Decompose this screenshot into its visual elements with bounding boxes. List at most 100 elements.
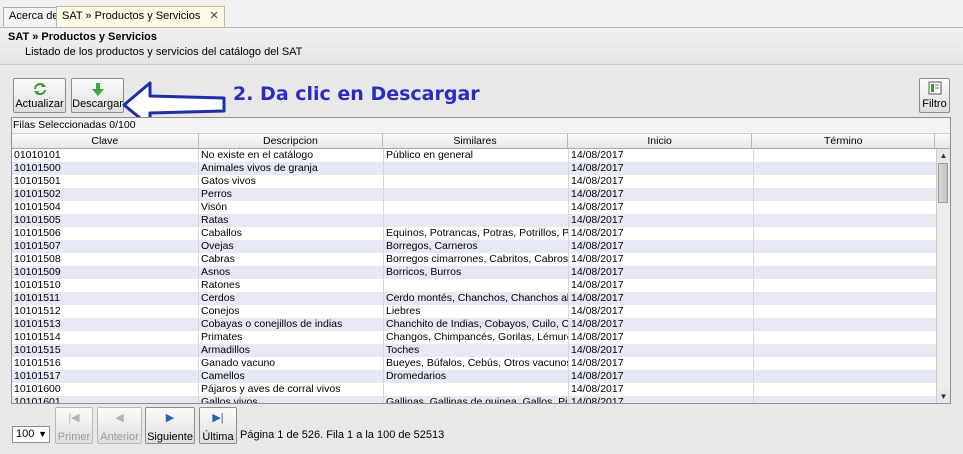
- cell-descripcion: Visón: [199, 201, 384, 214]
- cell-inicio: 14/08/2017: [569, 305, 754, 318]
- cell-descripcion: Primates: [199, 331, 384, 344]
- cell-similares: Toches: [384, 344, 569, 357]
- cell-termino: [754, 396, 937, 403]
- cell-inicio: 14/08/2017: [569, 318, 754, 331]
- cell-inicio: 14/08/2017: [569, 396, 754, 403]
- cell-inicio: 14/08/2017: [569, 292, 754, 305]
- download-button[interactable]: Descargar: [71, 78, 124, 113]
- cell-descripcion: Camellos: [199, 370, 384, 383]
- grid-column-header: Clave Descripcion Similares Inicio Térmi…: [12, 134, 950, 149]
- table-row[interactable]: 10101517 Camellos Dromedarios 14/08/2017: [12, 370, 937, 383]
- grid-rows: 01010101 No existe en el catálogo Público …: [12, 149, 937, 403]
- column-clave[interactable]: Clave: [12, 134, 199, 148]
- cell-clave: 10101504: [12, 201, 199, 214]
- table-row[interactable]: 10101506 Caballos Equinos, Potrancas, Potr…: [12, 227, 937, 240]
- table-row[interactable]: 10101502 Perros 14/08/2017: [12, 188, 937, 201]
- download-label: Descargar: [72, 98, 123, 110]
- cell-inicio: 14/08/2017: [569, 279, 754, 292]
- table-row[interactable]: 10101508 Cabras Borregos cimarrones, Cabri…: [12, 253, 937, 266]
- cell-descripcion: No existe en el catálogo: [199, 149, 384, 162]
- cell-descripcion: Gatos vivos: [199, 175, 384, 188]
- close-icon[interactable]: ✕: [209, 10, 218, 22]
- cell-similares: Changos, Chimpancés, Gorilas, Lémures...: [386, 331, 569, 344]
- cell-similares: [384, 201, 569, 214]
- page-subtitle: Listado de los productos y servicios del…: [25, 46, 303, 58]
- cell-similares: Dromedarios: [384, 370, 569, 383]
- cell-similares: [384, 383, 569, 396]
- page-size-value: 100: [16, 428, 35, 440]
- last-page-label: Última: [202, 431, 234, 443]
- cell-descripcion: Gallos vivos: [199, 396, 384, 403]
- cell-termino: [754, 188, 937, 201]
- first-page-icon: |◀: [68, 412, 80, 424]
- cell-descripcion: Cabras: [199, 253, 384, 266]
- first-page-label: Primer: [57, 431, 91, 443]
- scroll-thumb[interactable]: [938, 163, 948, 203]
- cell-inicio: 14/08/2017: [569, 370, 754, 383]
- column-descripcion[interactable]: Descripcion: [199, 134, 384, 148]
- cell-clave: 10101505: [12, 214, 199, 227]
- table-row[interactable]: 10101505 Ratas 14/08/2017: [12, 214, 937, 227]
- table-row[interactable]: 10101601 Gallos vivos Gallinas, Gallinas d…: [12, 396, 937, 403]
- table-row[interactable]: 10101507 Ovejas Borregos, Carneros 14/08/20…: [12, 240, 937, 253]
- cell-descripcion: Cobayas o conejillos de indias: [199, 318, 384, 331]
- cell-descripcion: Conejos: [199, 305, 384, 318]
- column-termino[interactable]: Término: [752, 134, 936, 148]
- vertical-scrollbar[interactable]: ▲ ▼: [936, 149, 950, 403]
- cell-descripcion: Asnos: [199, 266, 384, 279]
- table-row[interactable]: 10101509 Asnos Borricos, Burros 14/08/2017: [12, 266, 937, 279]
- tab-productos-servicios[interactable]: SAT » Productos y Servicios ✕: [56, 6, 225, 27]
- cell-similares: Bueyes, Búfalos, Cebús, Otros vacunos o.…: [386, 357, 569, 370]
- cell-similares: Cerdo montés, Chanchos, Chanchos al...: [386, 292, 569, 305]
- cell-descripcion: Ganado vacuno: [199, 357, 384, 370]
- table-row[interactable]: 10101500 Animales vivos de granja 14/08/20…: [12, 162, 937, 175]
- cell-termino: [754, 318, 937, 331]
- cell-similares: Público en general: [384, 149, 569, 162]
- cell-similares: [384, 188, 569, 201]
- cell-termino: [754, 175, 937, 188]
- table-row[interactable]: 10101516 Ganado vacuno Bueyes, Búfalos, Ce…: [12, 357, 937, 370]
- column-inicio[interactable]: Inicio: [568, 134, 753, 148]
- cell-clave: 01010101: [12, 149, 199, 162]
- cell-termino: [754, 292, 937, 305]
- cell-termino: [754, 357, 937, 370]
- table-row[interactable]: 01010101 No existe en el catálogo Público …: [12, 149, 937, 162]
- previous-page-button[interactable]: ◀ Anterior: [97, 407, 142, 444]
- column-similares[interactable]: Similares: [383, 134, 568, 148]
- cell-clave: 10101500: [12, 162, 199, 175]
- table-row[interactable]: 10101515 Armadillos Toches 14/08/2017: [12, 344, 937, 357]
- cell-clave: 10101507: [12, 240, 199, 253]
- scroll-up-icon[interactable]: ▲: [937, 149, 950, 162]
- cell-termino: [754, 266, 937, 279]
- cell-clave: 10101513: [12, 318, 199, 331]
- cell-descripcion: Pájaros y aves de corral vivos: [199, 383, 384, 396]
- cell-similares: [384, 175, 569, 188]
- table-row[interactable]: 10101514 Primates Changos, Chimpancés, Gor…: [12, 331, 937, 344]
- last-page-button[interactable]: ▶| Última: [199, 407, 237, 444]
- first-page-button[interactable]: |◀ Primer: [55, 407, 93, 444]
- previous-page-label: Anterior: [100, 431, 139, 443]
- table-row[interactable]: 10101513 Cobayas o conejillos de indias Ch…: [12, 318, 937, 331]
- next-page-button[interactable]: ▶ Siguiente: [145, 407, 195, 444]
- cell-similares: [384, 162, 569, 175]
- table-row[interactable]: 10101501 Gatos vivos 14/08/2017: [12, 175, 937, 188]
- table-row[interactable]: 10101511 Cerdos Cerdo montés, Chanchos, Ch…: [12, 292, 937, 305]
- refresh-label: Actualizar: [15, 98, 64, 110]
- page-size-select[interactable]: 100 ▼: [12, 426, 50, 443]
- cell-similares: Gallinas, Gallinas de guinea, Gallos, Pi…: [384, 396, 569, 403]
- filter-label: Filtro: [922, 98, 947, 110]
- cell-descripcion: Perros: [199, 188, 384, 201]
- scroll-down-icon[interactable]: ▼: [937, 390, 950, 403]
- cell-inicio: 14/08/2017: [569, 201, 754, 214]
- table-row[interactable]: 10101600 Pájaros y aves de corral vivos 14…: [12, 383, 937, 396]
- last-page-icon: ▶|: [212, 412, 224, 424]
- filter-button[interactable]: Filtro: [919, 78, 950, 113]
- column-spacer: [935, 134, 950, 148]
- table-row[interactable]: 10101512 Conejos Liebres 14/08/2017: [12, 305, 937, 318]
- refresh-button[interactable]: Actualizar: [13, 78, 66, 113]
- table-row[interactable]: 10101504 Visón 14/08/2017: [12, 201, 937, 214]
- cell-inicio: 14/08/2017: [569, 149, 754, 162]
- cell-similares: [384, 279, 569, 292]
- cell-termino: [754, 149, 937, 162]
- table-row[interactable]: 10101510 Ratones 14/08/2017: [12, 279, 937, 292]
